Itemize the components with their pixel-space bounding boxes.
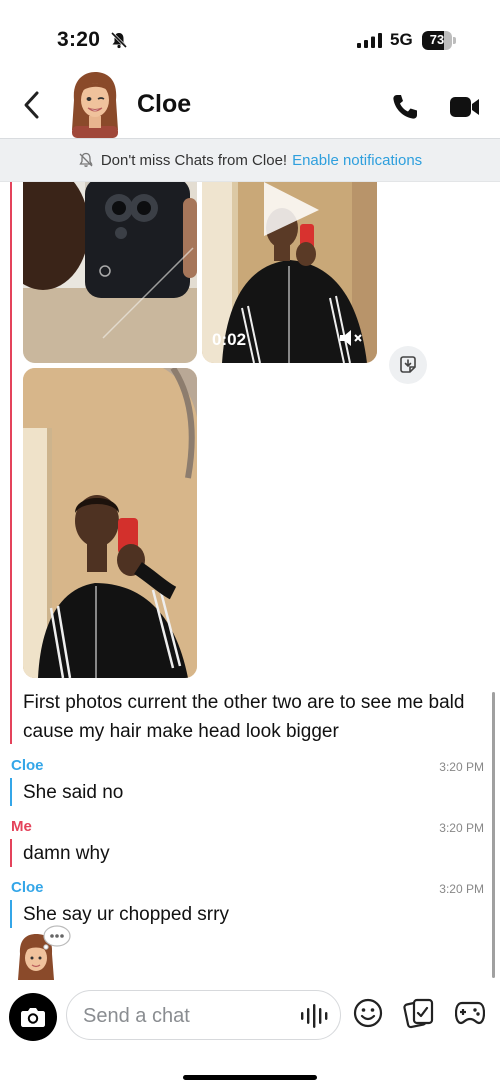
chat-header: Cloe [0,70,500,138]
sender-bar-me [10,839,12,867]
game-controller-icon[interactable] [455,1000,485,1026]
avatar[interactable] [66,70,124,138]
video-message[interactable]: 0:02 [202,182,377,363]
photo-message[interactable] [23,182,197,363]
muted-icon[interactable] [339,329,363,347]
silent-bell-icon [79,152,93,167]
sticker-icon[interactable] [403,997,435,1029]
back-button[interactable] [18,88,46,122]
sender-name: Cloe [11,879,44,896]
phone-call-icon[interactable] [390,92,420,122]
message-text: damn why [23,843,110,864]
message-timestamp: 3:20 PM [439,821,484,835]
video-duration: 0:02 [212,330,247,349]
save-icon [400,356,416,373]
status-time: 3:20 [57,28,101,51]
silent-bell-icon [110,31,128,49]
save-media-button[interactable] [389,346,427,384]
home-indicator[interactable] [183,1075,317,1080]
sender-bar-cloe [10,900,12,928]
composer-bar [0,980,500,1088]
contact-name[interactable]: Cloe [137,90,191,119]
video-call-icon[interactable] [449,94,481,120]
chat-thread[interactable]: 0:02 First photos current the other two … [0,182,500,980]
emoji-icon[interactable] [353,998,383,1028]
typing-indicator-avatar [18,925,71,980]
voice-note-icon[interactable] [300,1003,330,1029]
message-text: She said no [23,782,124,803]
sender-bar-cloe [10,778,12,806]
status-bar: 3:20 5G 73 [0,0,500,70]
scrollbar[interactable] [492,692,495,978]
camera-icon [21,1008,45,1027]
message-timestamp: 3:20 PM [439,760,484,774]
sender-name: Cloe [11,757,44,774]
banner-text: Don't miss Chats from Cloe! [100,151,288,169]
photo-message[interactable] [23,368,197,678]
message-timestamp: 3:20 PM [439,882,484,896]
chat-input[interactable] [83,1002,283,1030]
enable-notifications-link[interactable]: Enable notifications [292,152,422,169]
battery-icon: 73 [422,31,456,50]
battery-percent: 73 [429,32,445,47]
photo-image [23,182,197,363]
sender-bar-me [10,182,12,744]
network-type: 5G [390,30,413,49]
signal-icon [357,33,382,48]
photo-image [23,368,197,678]
notification-banner: Don't miss Chats from Cloe! Enable notif… [0,138,500,182]
sender-name: Me [11,818,32,835]
message-text: First photos current the other two are t… [23,692,465,742]
chat-input-field[interactable] [66,990,341,1040]
camera-button[interactable] [9,993,57,1041]
